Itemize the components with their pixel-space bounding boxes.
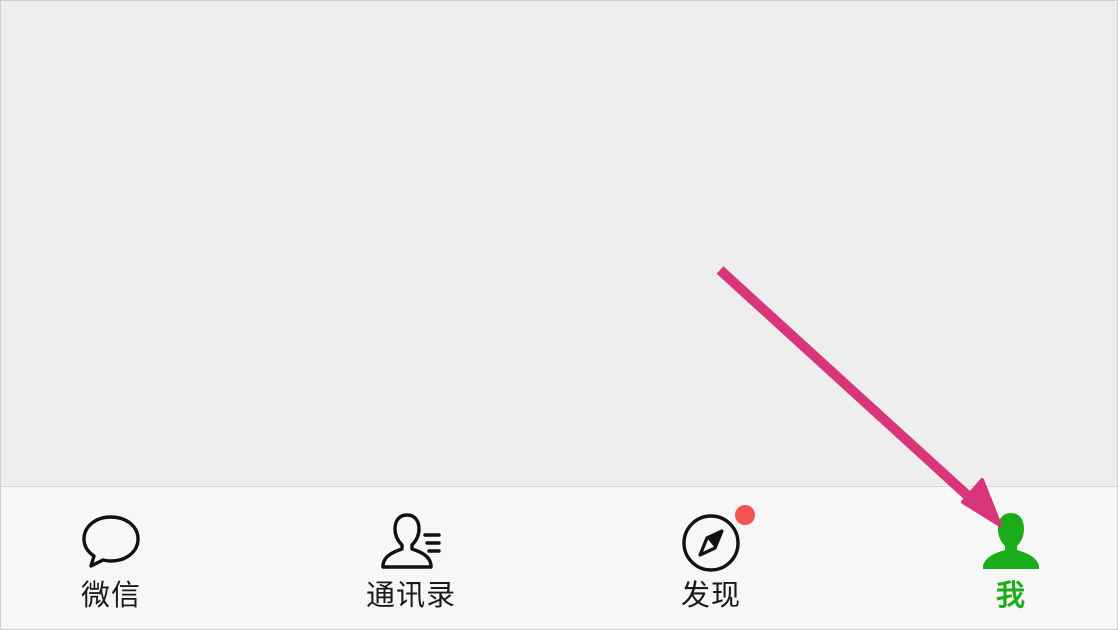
tab-discover[interactable]: 发现: [631, 487, 791, 629]
chat-bubble-icon: [82, 515, 140, 568]
app-screen: 微信 通讯录 发现 我: [0, 0, 1118, 630]
tab-contacts-label: 通讯录: [365, 578, 456, 612]
tab-discover-label: 发现: [680, 578, 741, 612]
person-icon: [983, 513, 1039, 569]
discover-badge-dot: [735, 505, 755, 525]
tab-me[interactable]: 我: [931, 487, 1091, 629]
tab-contacts[interactable]: 通讯录: [331, 487, 491, 629]
content-area: [1, 1, 1117, 486]
tab-me-label: 我: [995, 578, 1026, 612]
tab-bar: 微信 通讯录 发现 我: [1, 486, 1117, 629]
compass-icon: [682, 514, 740, 572]
contacts-icon: [381, 513, 441, 569]
tab-chats[interactable]: 微信: [31, 487, 191, 629]
tab-chats-label: 微信: [80, 578, 141, 612]
